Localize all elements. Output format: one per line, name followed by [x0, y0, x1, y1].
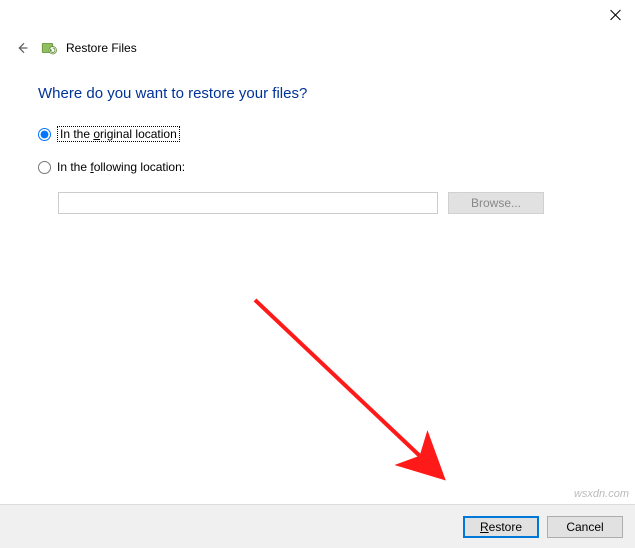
header: Restore Files	[12, 38, 137, 58]
back-arrow-icon[interactable]	[12, 38, 32, 58]
location-row: Browse...	[58, 192, 615, 214]
window-title: Restore Files	[66, 41, 137, 55]
watermark: wsxdn.com	[574, 488, 629, 500]
annotation-arrow-icon	[245, 290, 465, 500]
footer: Restore Cancel	[0, 504, 635, 548]
radio-original-input[interactable]	[38, 128, 51, 141]
main-content: Where do you want to restore your files?…	[38, 85, 615, 214]
browse-button[interactable]: Browse...	[448, 192, 544, 214]
restore-path-input[interactable]	[58, 192, 438, 214]
close-icon[interactable]	[609, 8, 623, 22]
titlebar	[0, 0, 635, 30]
radio-original-location[interactable]: In the original location	[38, 126, 615, 142]
page-heading: Where do you want to restore your files?	[38, 85, 615, 102]
radio-original-label: In the original location	[57, 126, 180, 142]
radio-following-input[interactable]	[38, 161, 51, 174]
radio-following-label: In the following location:	[57, 160, 185, 174]
restore-button[interactable]: Restore	[463, 516, 539, 538]
restore-files-icon	[40, 39, 58, 57]
cancel-button[interactable]: Cancel	[547, 516, 623, 538]
radio-following-location[interactable]: In the following location:	[38, 160, 615, 174]
